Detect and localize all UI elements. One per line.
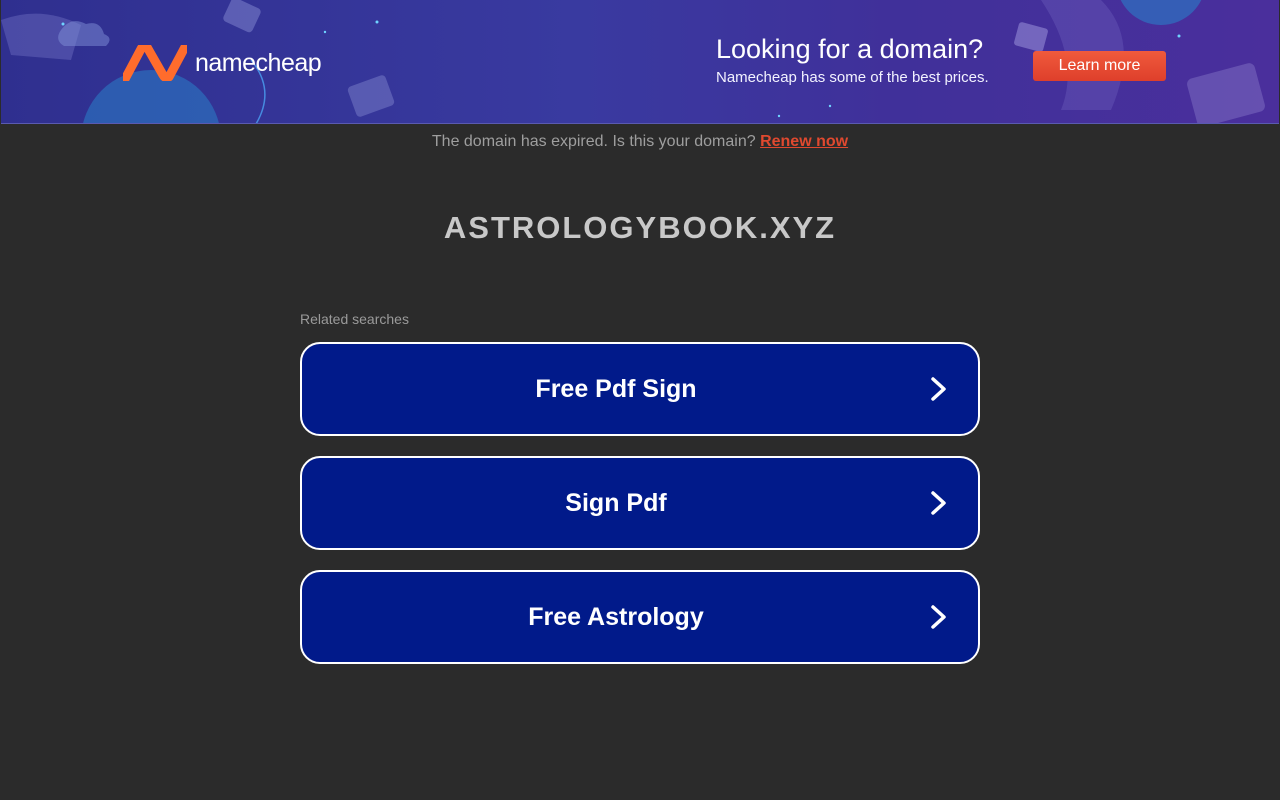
chevron-right-icon: [931, 605, 946, 629]
namecheap-mark-icon: [123, 45, 187, 81]
promo-banner: namecheap Looking for a domain? Namechea…: [1, 0, 1279, 124]
learn-more-button[interactable]: Learn more: [1033, 51, 1166, 81]
related-search-label: Sign Pdf: [565, 488, 667, 517]
renew-now-link[interactable]: Renew now: [760, 133, 848, 150]
promo-text: Looking for a domain? Namecheap has some…: [716, 33, 989, 89]
namecheap-logo[interactable]: namecheap: [123, 44, 322, 82]
related-searches-label: Related searches: [300, 311, 409, 327]
expired-text: The domain has expired. Is this your dom…: [431, 133, 756, 150]
related-search-label: Free Pdf Sign: [535, 374, 697, 403]
promo-subline: Namecheap has some of the best prices.: [716, 69, 989, 86]
related-search-item[interactable]: Sign Pdf: [300, 456, 980, 550]
promo-headline: Looking for a domain?: [716, 34, 984, 64]
related-search-item[interactable]: Free Astrology: [300, 570, 980, 664]
related-search-label: Free Astrology: [528, 602, 704, 631]
brand-name: namecheap: [195, 48, 322, 77]
expired-notice: The domain has expired. Is this your dom…: [0, 133, 1280, 151]
related-search-item[interactable]: Free Pdf Sign: [300, 342, 980, 436]
chevron-right-icon: [931, 377, 946, 401]
domain-name: ASTROLOGYBOOK.XYZ: [443, 210, 837, 245]
chevron-right-icon: [931, 491, 946, 515]
related-searches-list: Free Pdf Sign Sign Pdf Free Astrology: [300, 342, 980, 684]
